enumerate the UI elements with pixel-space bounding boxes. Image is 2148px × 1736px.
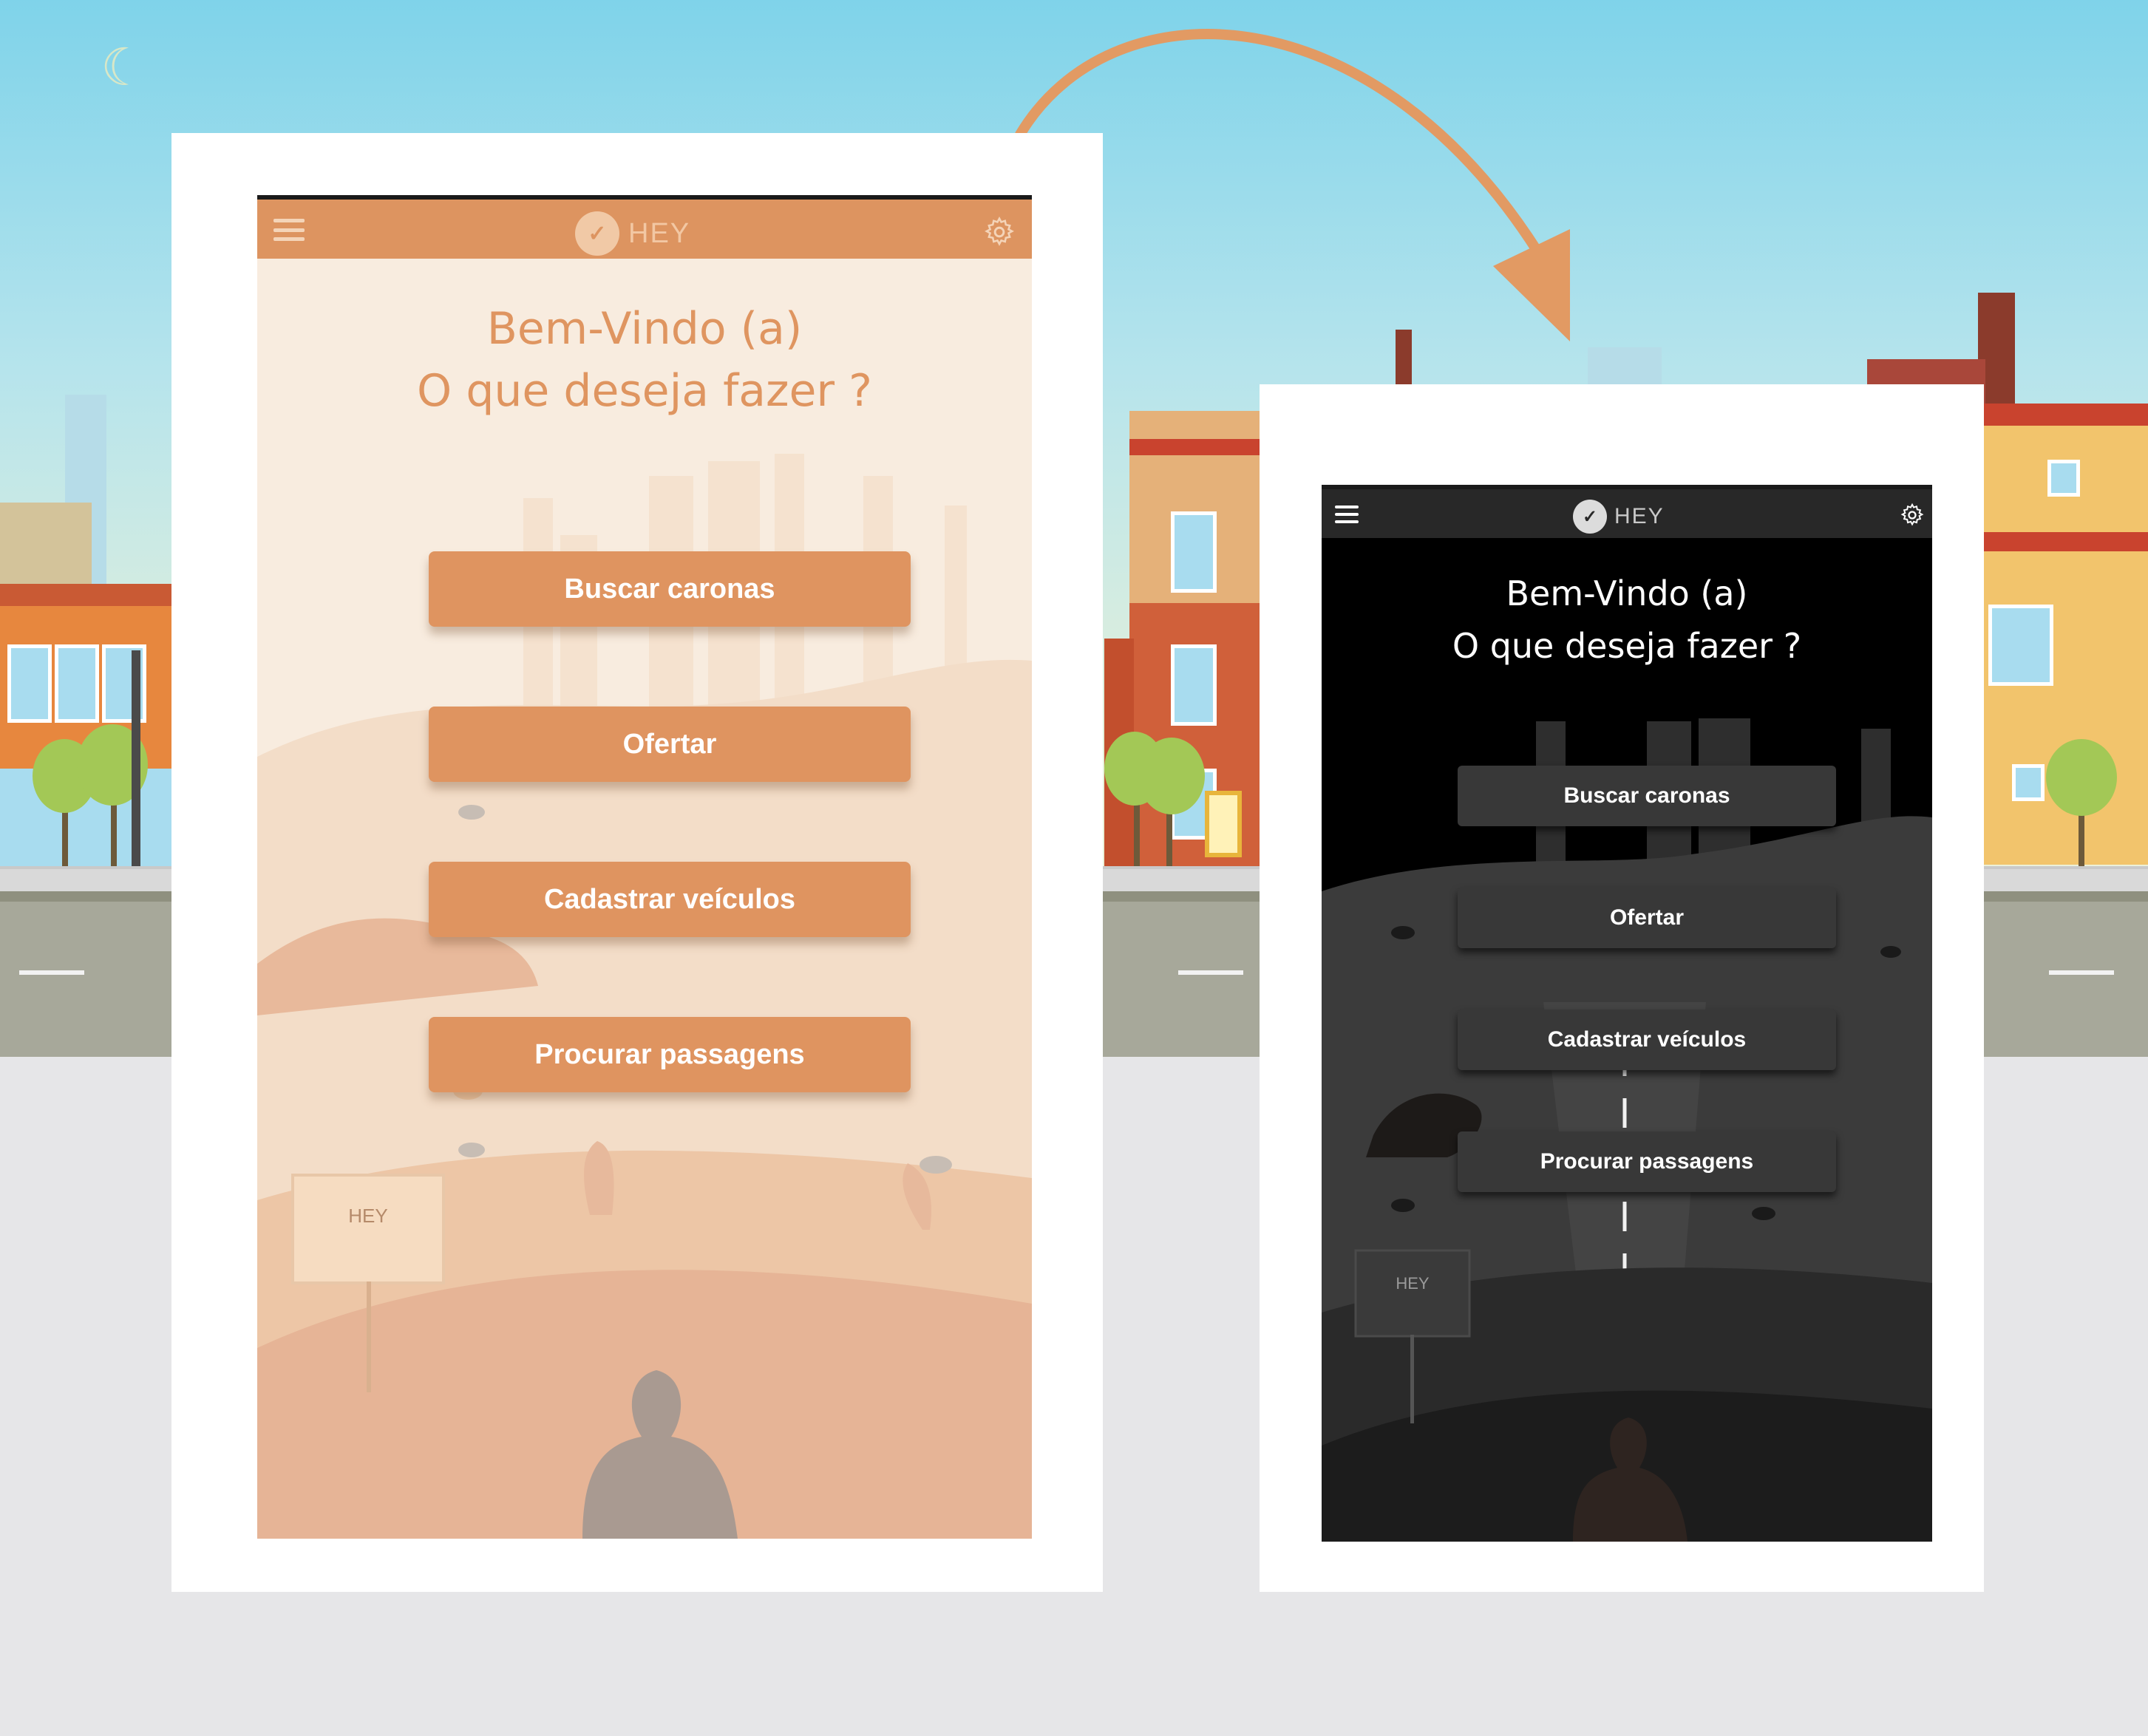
ofertar-button[interactable]: Ofertar [429, 707, 911, 782]
welcome-message: Bem-Vindo (a) O que deseja fazer ? [1322, 573, 1932, 667]
hamburger-menu-icon[interactable] [1335, 506, 1359, 523]
app-bar: ✓ HEY [1322, 489, 1932, 538]
welcome-title: Bem-Vindo (a) [486, 303, 803, 355]
light-theme-screen: HEY ✓ HEY Bem-Vindo (a) O que deseja faz… [257, 195, 1032, 1539]
sign-text: HEY [348, 1205, 387, 1227]
sign-text: HEY [1396, 1274, 1430, 1293]
app-bar: ✓ HEY [257, 200, 1032, 259]
hey-logo-icon: ✓ [575, 211, 619, 256]
buscar-caronas-button[interactable]: Buscar caronas [1458, 766, 1836, 826]
dark-theme-screen: HEY ✓ HEY Bem-Vindo (a) O que deseja faz… [1322, 485, 1932, 1542]
hey-logo-icon: ✓ [1573, 500, 1607, 534]
gear-icon[interactable] [1900, 503, 1925, 528]
welcome-message: Bem-Vindo (a) O que deseja fazer ? [257, 302, 1032, 418]
procurar-passagens-button[interactable]: Procurar passagens [429, 1017, 911, 1092]
procurar-passagens-button[interactable]: Procurar passagens [1458, 1131, 1836, 1192]
app-logo: ✓ HEY [575, 211, 690, 256]
app-name: HEY [1614, 504, 1665, 528]
welcome-question: O que deseja fazer ? [417, 365, 872, 417]
cadastrar-veiculos-button[interactable]: Cadastrar veículos [1458, 1010, 1836, 1070]
cadastrar-veiculos-button[interactable]: Cadastrar veículos [429, 862, 911, 937]
app-logo: ✓ HEY [1573, 500, 1665, 534]
buscar-caronas-button[interactable]: Buscar caronas [429, 551, 911, 627]
ofertar-button[interactable]: Ofertar [1458, 888, 1836, 948]
welcome-title: Bem-Vindo (a) [1506, 573, 1748, 613]
hamburger-menu-icon[interactable] [273, 219, 305, 241]
app-name: HEY [628, 217, 691, 249]
welcome-question: O que deseja fazer ? [1452, 626, 1802, 667]
gear-icon[interactable] [983, 216, 1016, 248]
